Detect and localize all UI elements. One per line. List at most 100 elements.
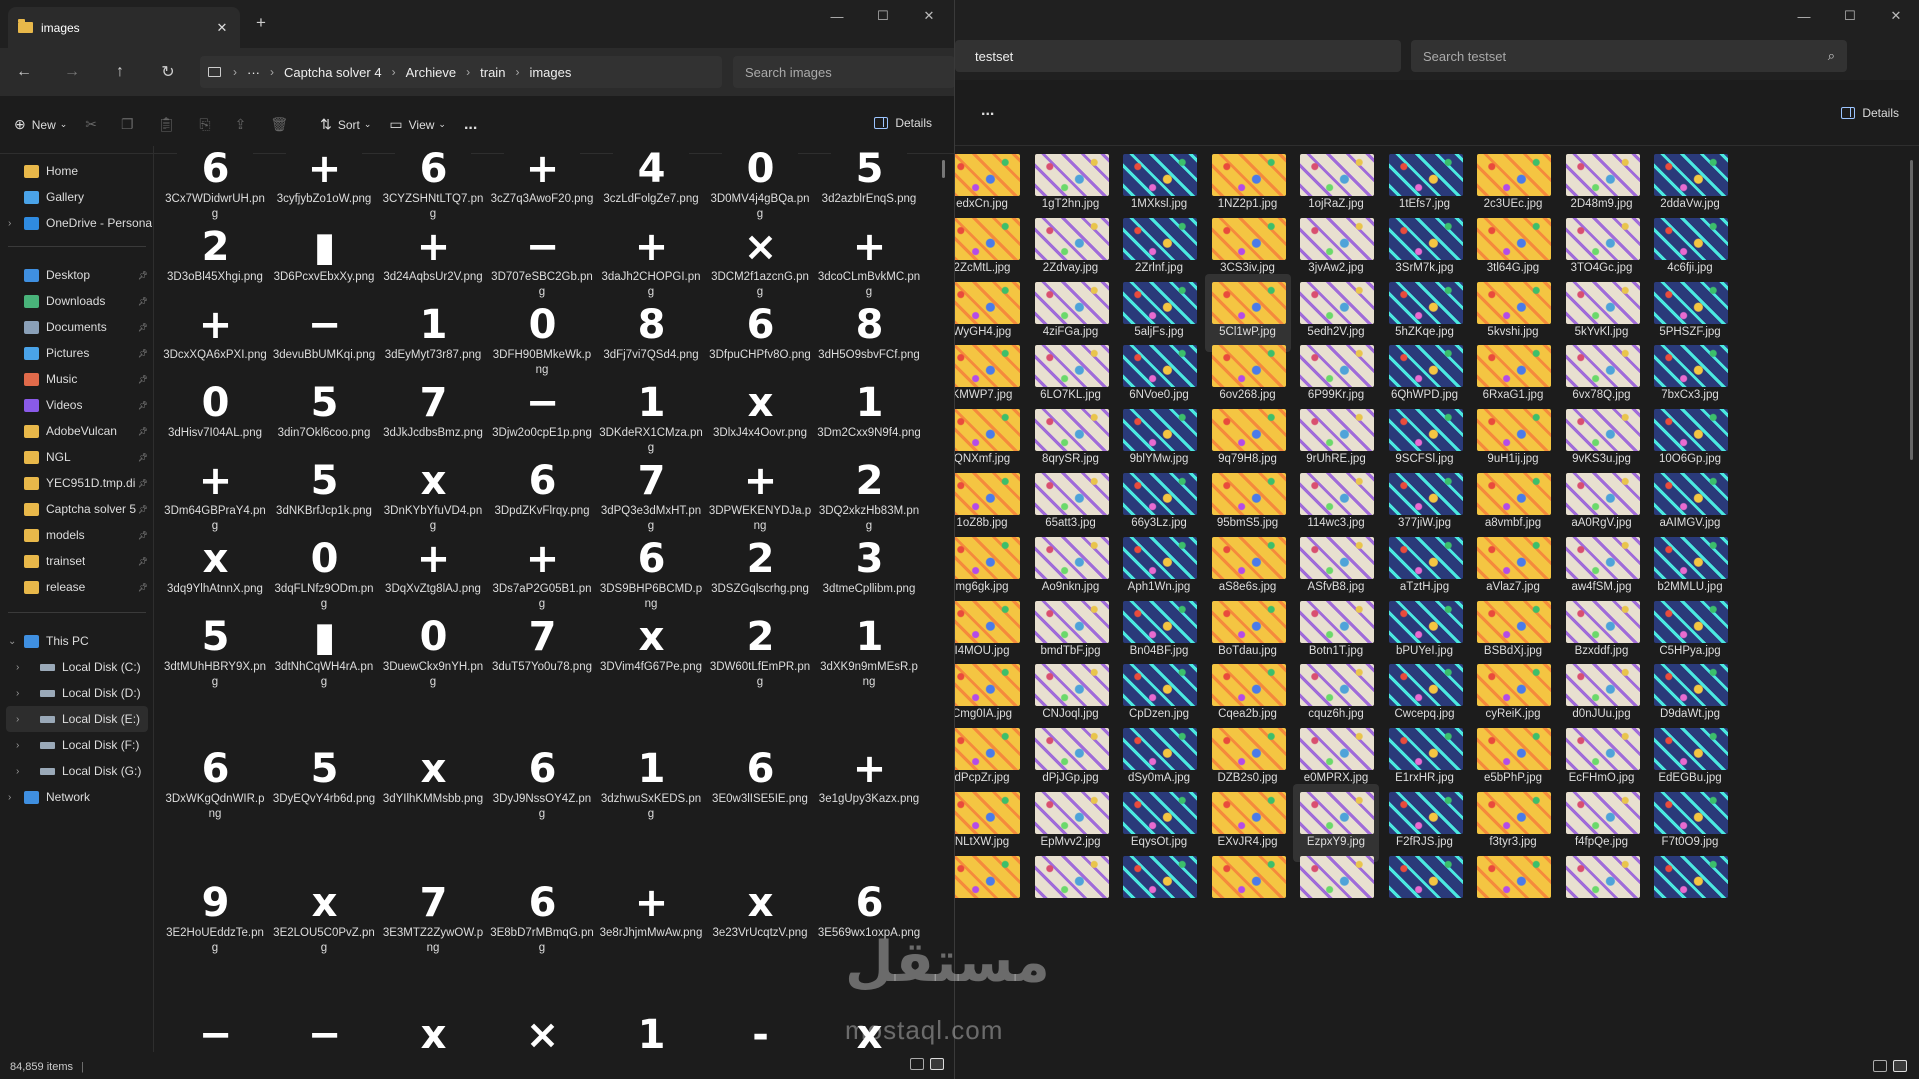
paste-button[interactable]: 📋︎: [158, 116, 182, 133]
nav-item-local-disk-g[interactable]: › Local Disk (G:): [0, 758, 154, 784]
file-item[interactable]: +3DcxXQA6xPXI.png: [163, 304, 267, 384]
file-item[interactable]: +3Ds7aP2G05B1.png: [490, 538, 594, 618]
nav-item-captcha-solver-5[interactable]: Captcha solver 5 📌︎: [0, 496, 154, 522]
file-item[interactable]: 0 3dHisv7I04AL.png: [163, 382, 267, 462]
refresh-icon[interactable]: ↻: [144, 62, 192, 82]
file-item[interactable]: −3Djw2o0cpE1p.png: [490, 382, 594, 462]
file-item[interactable]: [1205, 848, 1291, 926]
breadcrumb-testset[interactable]: testset: [975, 49, 1013, 64]
breadcrumb[interactable]: › ··· › Captcha solver 4 › Archieve › tr…: [200, 56, 722, 88]
chevron-right-icon[interactable]: ›: [16, 766, 19, 777]
breadcrumb-overflow-icon[interactable]: ···: [247, 65, 260, 80]
nav-item-yec951d-tmp-di[interactable]: YEC951D.tmp.di 📌︎: [0, 470, 154, 496]
nav-item-pictures[interactable]: Pictures 📌︎: [0, 340, 154, 366]
file-item[interactable]: [1559, 848, 1645, 926]
breadcrumb[interactable]: testset: [955, 40, 1401, 72]
maximize-icon[interactable]: ☐: [860, 0, 906, 32]
nav-item-music[interactable]: Music 📌︎: [0, 366, 154, 392]
chevron-right-icon[interactable]: ›: [16, 662, 19, 673]
file-item[interactable]: 0 3DFH90BMkeWk.png: [490, 304, 594, 384]
file-item[interactable]: 2 3D3oBl45Xhgi.png: [163, 226, 267, 306]
file-item[interactable]: 1 3dEyMyt73r87.png: [381, 304, 485, 384]
file-item[interactable]: x 3dq9YlhAtnnX.png: [163, 538, 267, 618]
nav-item-videos[interactable]: Videos 📌︎: [0, 392, 154, 418]
file-item[interactable]: 5 3dtMUhHBRY9X.png: [163, 616, 267, 696]
file-item[interactable]: 6 3DxWKgQdnWIR.png: [163, 748, 267, 828]
file-item[interactable]: [1293, 848, 1379, 926]
file-item[interactable]: +3Dm64GBPraY4.png: [163, 460, 267, 540]
file-item[interactable]: x 3E2LOU5C0PvZ.png: [272, 882, 376, 962]
file-item[interactable]: x 3DlxJ4x4Oovr.png: [708, 382, 812, 462]
nav-item-local-disk-f[interactable]: › Local Disk (F:): [0, 732, 154, 758]
file-item[interactable]: 1 3DKdeRX1CMza.png: [599, 382, 703, 462]
file-item[interactable]: [1116, 848, 1202, 926]
nav-item-documents[interactable]: Documents 📌︎: [0, 314, 154, 340]
nav-item-local-disk-e[interactable]: › Local Disk (E:): [6, 706, 148, 732]
file-item[interactable]: 5 3din7Okl6coo.png: [272, 382, 376, 462]
file-item[interactable]: [1647, 848, 1733, 926]
file-item[interactable]: 5 3d2azblrEnqS.png: [817, 148, 921, 228]
rename-button[interactable]: ⎘: [199, 116, 216, 133]
file-item[interactable]: ▮ 3D6PcxvEbxXy.png: [272, 226, 376, 306]
file-item[interactable]: 7 3dPQ3e3dMxHT.png: [599, 460, 703, 540]
file-item[interactable]: 3 3dtmeCpllibm.png: [817, 538, 921, 618]
details-view-icon[interactable]: [1873, 1060, 1887, 1072]
file-item[interactable]: 6 3DS9BHP6BCMD.png: [599, 538, 703, 618]
breadcrumb-captcha-solver-4[interactable]: Captcha solver 4: [284, 65, 382, 80]
nav-item-adobevulcan[interactable]: AdobeVulcan 📌︎: [0, 418, 154, 444]
chevron-right-icon[interactable]: ›: [16, 688, 19, 699]
file-item[interactable]: x 3DnKYbYfuVD4.png: [381, 460, 485, 540]
file-item[interactable]: +3DPWEKENYDJa.png: [708, 460, 812, 540]
new-tab-icon[interactable]: +: [256, 13, 266, 33]
file-item[interactable]: [1028, 848, 1114, 926]
file-item[interactable]: +3e1gUpy3Kazx.png: [817, 748, 921, 828]
file-item[interactable]: 5 3DyEQvY4rb6d.png: [272, 748, 376, 828]
file-item[interactable]: +3daJh2CHOPGI.png: [599, 226, 703, 306]
large-icons-view-icon[interactable]: [930, 1058, 944, 1070]
nav-item-local-disk-c[interactable]: › Local Disk (C:): [0, 654, 154, 680]
minimize-icon[interactable]: —: [1781, 0, 1827, 32]
chevron-right-icon[interactable]: ›: [8, 218, 11, 229]
file-item[interactable]: x 3dYIlhKMMsbb.png: [381, 748, 485, 828]
delete-button[interactable]: 🗑︎: [270, 116, 294, 133]
nav-item-local-disk-d[interactable]: › Local Disk (D:): [0, 680, 154, 706]
nav-item-ngl[interactable]: NGL 📌︎: [0, 444, 154, 470]
file-item[interactable]: 0 3D0MV4j4gBQa.png: [708, 148, 812, 228]
nav-item-this-pc[interactable]: ⌄ This PC: [0, 628, 154, 654]
nav-item-gallery[interactable]: Gallery: [0, 184, 154, 210]
nav-item-network[interactable]: › Network: [0, 784, 154, 810]
nav-item-desktop[interactable]: Desktop 📌︎: [0, 262, 154, 288]
file-item[interactable]: +3cyfjybZo1oW.png: [272, 148, 376, 228]
file-item[interactable]: +3e8rJhjmMwAw.png: [599, 882, 703, 962]
more-options-button[interactable]: ...: [981, 102, 994, 120]
nav-item-onedrive-persona[interactable]: › OneDrive - Persona: [0, 210, 154, 236]
breadcrumb-archieve[interactable]: Archieve: [406, 65, 457, 80]
cut-button[interactable]: ✂: [85, 116, 103, 133]
close-tab-icon[interactable]: ✕: [214, 20, 230, 36]
file-item[interactable]: −3devuBbUMKqi.png: [272, 304, 376, 384]
chevron-down-icon[interactable]: ⌄: [8, 636, 16, 647]
share-button[interactable]: ⇪: [235, 116, 253, 133]
nav-item-downloads[interactable]: Downloads 📌︎: [0, 288, 154, 314]
sort-button[interactable]: ⇅ Sort ⌄: [320, 116, 371, 133]
file-item[interactable]: 1 3dXK9n9mMEsR.png: [817, 616, 921, 696]
file-item[interactable]: [1382, 848, 1468, 926]
file-item[interactable]: 0 3DuewCkx9nYH.png: [381, 616, 485, 696]
file-item[interactable]: 4 3czLdFolgZe7.png: [599, 148, 703, 228]
file-item[interactable]: 0 3dqFLNfz9ODm.png: [272, 538, 376, 618]
details-view-icon[interactable]: [910, 1058, 924, 1070]
maximize-icon[interactable]: ☐: [1827, 0, 1873, 32]
large-icons-view-icon[interactable]: [1893, 1060, 1907, 1072]
file-item[interactable]: 7 3dJkJcdbsBmz.png: [381, 382, 485, 462]
file-item[interactable]: 1 3dzhwuSxKEDS.png: [599, 748, 703, 828]
file-item[interactable]: +3d24AqbsUr2V.png: [381, 226, 485, 306]
file-item[interactable]: +3DqXvZtg8lAJ.png: [381, 538, 485, 618]
search-input[interactable]: Search images: [733, 56, 954, 88]
up-icon[interactable]: ↑: [96, 63, 144, 81]
more-options-button[interactable]: ...: [464, 116, 477, 134]
file-item[interactable]: 6 3DfpuCHPfv8O.png: [708, 304, 812, 384]
search-icon[interactable]: ⌕: [1828, 48, 1835, 64]
file-item[interactable]: 6 3DpdZKvFlrqy.png: [490, 460, 594, 540]
breadcrumb-train[interactable]: train: [480, 65, 505, 80]
scrollbar-thumb[interactable]: [942, 160, 945, 178]
